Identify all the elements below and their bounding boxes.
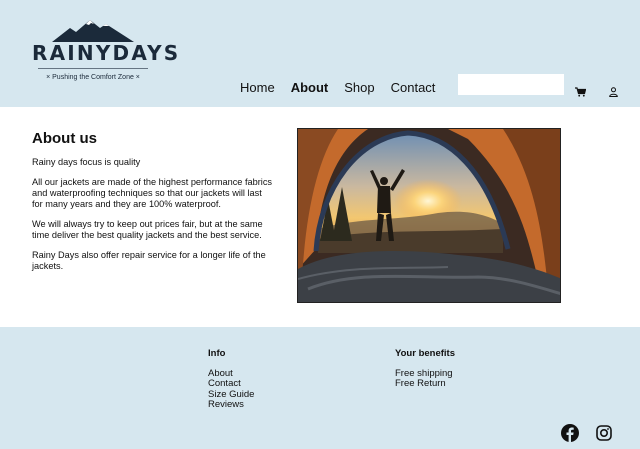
brand-tagline: × Pushing the Comfort Zone × xyxy=(46,74,140,81)
benefit-item: Free Return xyxy=(395,378,446,389)
about-paragraph: All our jackets are made of the highest … xyxy=(32,177,273,209)
facebook-icon[interactable] xyxy=(561,424,579,447)
about-paragraph: We will always try to keep out prices fa… xyxy=(32,219,263,240)
footer-info-title: Info xyxy=(208,348,226,359)
footer-benefits-title: Your benefits xyxy=(395,348,455,359)
logo-divider xyxy=(38,68,148,69)
footer-info: Info About Contact Size Guide Reviews xyxy=(208,348,254,411)
mountain-logo-icon xyxy=(52,20,134,42)
instagram-icon[interactable] xyxy=(596,425,612,446)
nav-contact[interactable]: Contact xyxy=(391,80,436,96)
site-header: RAINYDAYS × Pushing the Comfort Zone × H… xyxy=(0,0,640,107)
footer-benefits: Your benefits Free shipping Free Return xyxy=(395,348,455,390)
tent-sunrise-photo xyxy=(297,128,561,303)
about-paragraph: Rainy days focus is quality xyxy=(32,157,141,167)
nav-home[interactable]: Home xyxy=(240,80,275,96)
footer-link-reviews[interactable]: Reviews xyxy=(208,399,254,411)
about-text: Rainy days focus is quality All our jack… xyxy=(32,157,272,281)
footer-link-contact[interactable]: Contact xyxy=(208,378,254,390)
nav-about[interactable]: About xyxy=(291,80,329,96)
main-nav: Home About Shop Contact xyxy=(240,80,451,96)
nav-shop[interactable]: Shop xyxy=(344,80,374,96)
about-paragraph: Rainy Days also offer repair service for… xyxy=(32,250,266,271)
user-icon[interactable] xyxy=(609,84,618,102)
brand-name: RAINYDAYS xyxy=(32,41,181,65)
site-footer: Info About Contact Size Guide Reviews Yo… xyxy=(0,327,640,449)
about-section: About us Rainy days focus is quality All… xyxy=(0,107,640,327)
cart-icon[interactable] xyxy=(575,84,587,102)
logo[interactable]: RAINYDAYS × Pushing the Comfort Zone × xyxy=(32,18,181,88)
search-input[interactable] xyxy=(458,74,564,95)
page-title: About us xyxy=(32,130,97,147)
